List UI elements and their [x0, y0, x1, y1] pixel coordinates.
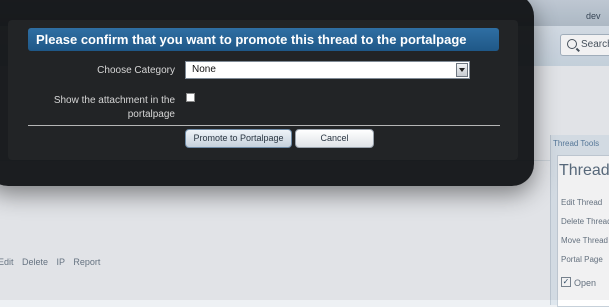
dialog-title: Please confirm that you want to promote … [28, 28, 499, 51]
show-attachment-label: Show the attachment in the portalpage [53, 95, 175, 120]
chevron-down-icon[interactable] [456, 63, 468, 77]
category-select[interactable]: None [185, 61, 470, 79]
cancel-button[interactable]: Cancel [295, 129, 374, 148]
dialog-divider [28, 125, 500, 126]
category-select-value: None [192, 64, 216, 75]
promote-button[interactable]: Promote to Portalpage [185, 129, 292, 148]
choose-category-label: Choose Category [97, 65, 175, 76]
show-attachment-checkbox[interactable] [186, 93, 195, 102]
